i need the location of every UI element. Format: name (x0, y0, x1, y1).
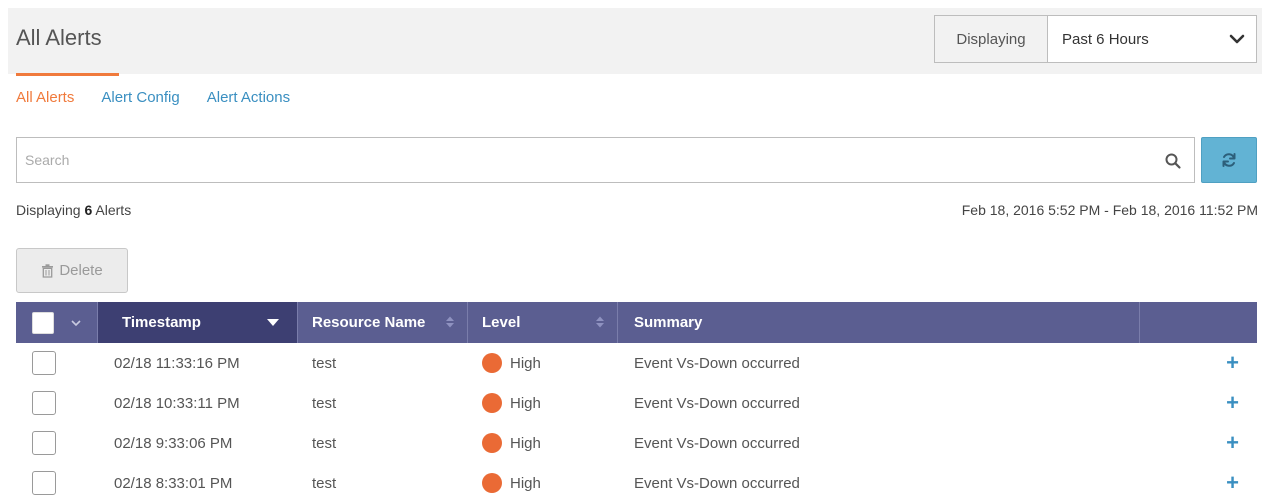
row-checkbox[interactable] (32, 471, 56, 495)
tab-all-alerts[interactable]: All Alerts (16, 89, 74, 106)
sort-icon (446, 316, 454, 328)
chevron-down-icon[interactable] (1228, 30, 1246, 48)
level-high-indicator (482, 473, 502, 493)
level-high-indicator (482, 433, 502, 453)
column-header-level[interactable]: Level (468, 302, 618, 343)
time-range-dropdown[interactable]: Past 6 Hours (1048, 16, 1256, 62)
cell-summary: Event Vs-Down occurred (634, 474, 800, 492)
alerts-table: Timestamp Resource Name Level Summary 02… (16, 302, 1257, 495)
search-input[interactable] (17, 138, 1147, 182)
cell-level: High (468, 433, 618, 453)
sort-icon (596, 316, 604, 328)
table-header: Timestamp Resource Name Level Summary (16, 302, 1257, 343)
table-row[interactable]: 02/18 9:33:06 PM test High Event Vs-Down… (16, 423, 1257, 463)
column-header-label: Timestamp (122, 314, 201, 331)
time-range-selector[interactable]: Displaying Past 6 Hours (934, 15, 1257, 63)
date-range-text: Feb 18, 2016 5:52 PM - Feb 18, 2016 11:5… (961, 202, 1258, 218)
refresh-button[interactable] (1201, 137, 1257, 183)
column-header-resource-name[interactable]: Resource Name (298, 302, 468, 343)
active-tab-indicator (16, 73, 119, 76)
alert-count-suffix: Alerts (95, 202, 132, 218)
level-high-indicator (482, 393, 502, 413)
cell-summary: Event Vs-Down occurred (634, 354, 800, 372)
cell-timestamp: 02/18 9:33:06 PM (114, 434, 233, 452)
column-header-timestamp[interactable]: Timestamp (98, 302, 298, 343)
delete-button[interactable]: Delete (16, 248, 128, 293)
plus-icon[interactable]: + (1226, 392, 1239, 414)
column-header-label: Resource Name (312, 314, 426, 331)
delete-label: Delete (59, 262, 103, 279)
alert-count-prefix: Displaying (16, 202, 81, 218)
level-label: High (510, 354, 541, 372)
row-checkbox[interactable] (32, 431, 56, 455)
column-header-label: Level (482, 314, 521, 331)
cell-timestamp: 02/18 11:33:16 PM (114, 354, 240, 372)
cell-resource-name: test (312, 354, 337, 372)
time-range-value: Past 6 Hours (1062, 30, 1149, 48)
page-header: All Alerts Displaying Past 6 Hours (8, 8, 1262, 74)
column-header-summary[interactable]: Summary (618, 302, 1140, 343)
cell-level: High (468, 393, 618, 413)
search-box (16, 137, 1195, 183)
table-row[interactable]: 02/18 8:33:01 PM test High Event Vs-Down… (16, 463, 1257, 495)
time-range-label: Displaying (935, 16, 1048, 62)
select-all-checkbox[interactable] (32, 311, 54, 334)
refresh-icon (1222, 153, 1236, 167)
level-label: High (510, 474, 541, 492)
sort-desc-icon (267, 319, 279, 326)
tab-alert-actions[interactable]: Alert Actions (207, 89, 290, 106)
cell-timestamp: 02/18 10:33:11 PM (114, 394, 240, 412)
plus-icon[interactable]: + (1226, 472, 1239, 494)
row-checkbox[interactable] (32, 391, 56, 415)
tab-bar: All Alerts Alert Config Alert Actions (16, 89, 317, 106)
tab-alert-config[interactable]: Alert Config (101, 89, 179, 106)
table-row[interactable]: 02/18 10:33:11 PM test High Event Vs-Dow… (16, 383, 1257, 423)
alert-count-number: 6 (84, 202, 93, 218)
cell-timestamp: 02/18 8:33:01 PM (114, 474, 233, 492)
level-label: High (510, 434, 541, 452)
chevron-down-icon[interactable] (70, 317, 82, 329)
cell-level: High (468, 473, 618, 493)
plus-icon[interactable]: + (1226, 432, 1239, 454)
cell-resource-name: test (312, 394, 337, 412)
cell-level: High (468, 353, 618, 373)
level-high-indicator (482, 353, 502, 373)
cell-summary: Event Vs-Down occurred (634, 434, 800, 452)
cell-summary: Event Vs-Down occurred (634, 394, 800, 412)
search-icon[interactable] (1164, 152, 1182, 170)
cell-resource-name: test (312, 474, 337, 492)
cell-resource-name: test (312, 434, 337, 452)
column-header-label: Summary (634, 314, 703, 331)
alert-count: Displaying 6 Alerts (16, 202, 131, 218)
select-all-column (16, 302, 98, 343)
trash-icon (42, 263, 54, 278)
row-checkbox[interactable] (32, 351, 56, 375)
page-title: All Alerts (16, 25, 102, 50)
level-label: High (510, 394, 541, 412)
column-header-actions (1140, 302, 1257, 343)
table-row[interactable]: 02/18 11:33:16 PM test High Event Vs-Dow… (16, 343, 1257, 383)
plus-icon[interactable]: + (1226, 352, 1239, 374)
